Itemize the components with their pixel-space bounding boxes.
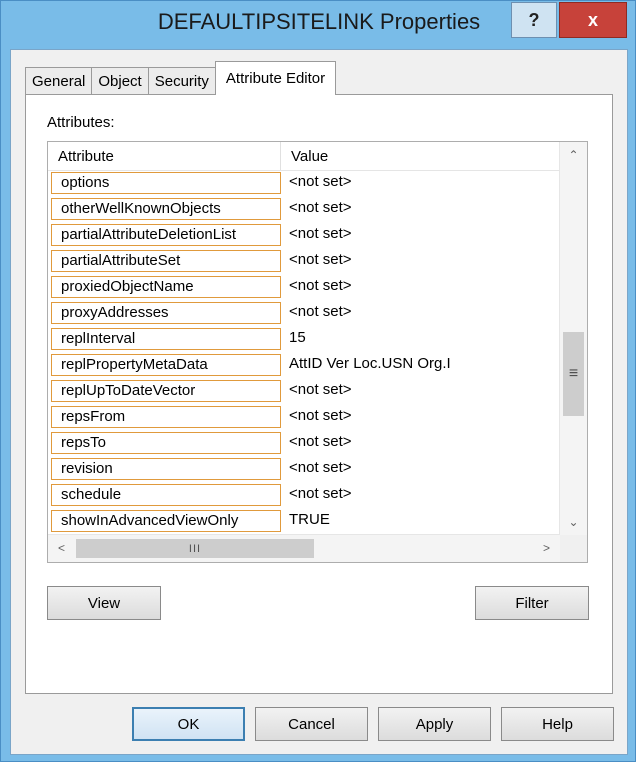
list-header: Attribute Value [48,142,560,171]
attribute-name-cell[interactable]: partialAttributeDeletionList [51,224,281,246]
table-row[interactable]: proxyAddresses <not set> [48,301,560,327]
tab-attribute-editor[interactable]: Attribute Editor [214,61,337,95]
attribute-value-cell: <not set> [289,381,352,398]
cancel-button[interactable]: Cancel [255,707,368,741]
attribute-value-cell: <not set> [289,277,352,294]
properties-dialog: DEFAULTIPSITELINK Properties ? x General… [0,0,636,762]
scroll-left-icon[interactable]: < [48,535,75,561]
table-row[interactable]: partialAttributeDeletionList <not set> [48,223,560,249]
scroll-right-icon[interactable]: > [533,535,560,561]
attribute-value-cell: 15 [289,329,306,346]
attribute-name-cell[interactable]: repsFrom [51,406,281,428]
table-row[interactable]: replUpToDateVector <not set> [48,379,560,405]
attribute-value-cell: <not set> [289,303,352,320]
attribute-value-cell: <not set> [289,433,352,450]
attribute-name-cell[interactable]: replUpToDateVector [51,380,281,402]
attribute-value-cell: <not set> [289,199,352,216]
attribute-name-cell[interactable]: otherWellKnownObjects [51,198,281,220]
attribute-name-cell[interactable]: showInAdvancedViewOnly [51,510,281,532]
attribute-value-cell: <not set> [289,251,352,268]
attribute-name-cell[interactable]: replPropertyMetaData [51,354,281,376]
tab-strip: General Object Security Attribute Editor [25,61,337,95]
attribute-name-cell[interactable]: partialAttributeSet [51,250,281,272]
column-header-attribute[interactable]: Attribute [48,142,281,170]
view-button[interactable]: View [47,586,161,620]
vertical-scrollbar[interactable]: ⌃ ≡ ⌄ [559,142,587,535]
attribute-value-cell: TRUE [289,511,330,528]
attributes-list[interactable]: Attribute Value options <not set> otherWel… [47,141,588,563]
tab-general[interactable]: General [25,67,93,95]
column-header-value[interactable]: Value [281,142,560,170]
table-row[interactable]: revision <not set> [48,457,560,483]
table-row[interactable]: options <not set> [48,171,560,197]
list-rows: options <not set> otherWellKnownObjects <no… [48,171,560,535]
table-row[interactable]: otherWellKnownObjects <not set> [48,197,560,223]
help-button[interactable]: Help [501,707,614,741]
attribute-name-cell[interactable]: replInterval [51,328,281,350]
attribute-name-cell[interactable]: schedule [51,484,281,506]
attribute-name-cell[interactable]: proxyAddresses [51,302,281,324]
scrollbar-corner [560,535,587,562]
table-row[interactable]: repsFrom <not set> [48,405,560,431]
scroll-up-icon[interactable]: ⌃ [560,142,587,168]
horizontal-scroll-thumb[interactable]: III [76,539,314,558]
ok-button[interactable]: OK [132,707,245,741]
attribute-value-cell: <not set> [289,459,352,476]
attribute-name-cell[interactable]: options [51,172,281,194]
attribute-name-cell[interactable]: proxiedObjectName [51,276,281,298]
vertical-scroll-thumb[interactable]: ≡ [563,332,584,416]
attribute-name-cell[interactable]: revision [51,458,281,480]
attribute-name-cell[interactable]: repsTo [51,432,281,454]
attribute-value-cell: <not set> [289,173,352,190]
scroll-down-icon[interactable]: ⌄ [560,509,587,535]
attribute-value-cell: <not set> [289,485,352,502]
table-row[interactable]: partialAttributeSet <not set> [48,249,560,275]
attribute-value-cell: <not set> [289,407,352,424]
table-row[interactable]: proxiedObjectName <not set> [48,275,560,301]
tab-object[interactable]: Object [91,67,149,95]
tab-security[interactable]: Security [147,67,216,95]
attribute-value-cell: <not set> [289,225,352,242]
horizontal-scrollbar[interactable]: < III > [48,534,560,562]
table-row[interactable]: schedule <not set> [48,483,560,509]
attributes-label: Attributes: [47,114,115,131]
table-row[interactable]: replInterval 15 [48,327,560,353]
table-row[interactable]: repsTo <not set> [48,431,560,457]
apply-button[interactable]: Apply [378,707,491,741]
attribute-value-cell: AttID Ver Loc.USN Org.I [289,355,451,372]
close-button[interactable]: x [559,2,627,38]
table-row[interactable]: showInAdvancedViewOnly TRUE [48,509,560,535]
help-title-button[interactable]: ? [511,2,557,38]
table-row[interactable]: replPropertyMetaData AttID Ver Loc.USN O… [48,353,560,379]
filter-button[interactable]: Filter [475,586,589,620]
